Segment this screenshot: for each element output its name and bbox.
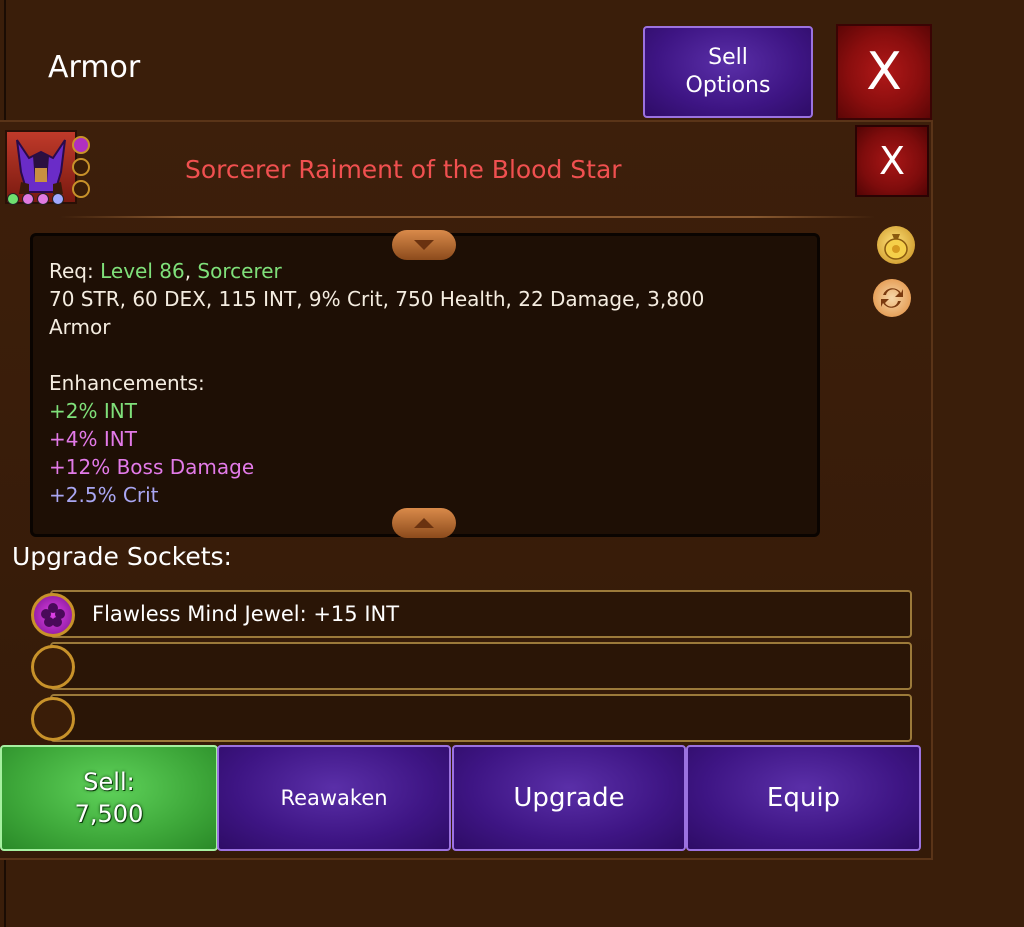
- empty-socket-icon: [31, 697, 75, 741]
- gem-dot-pink: [22, 193, 34, 205]
- sell-options-button[interactable]: Sell Options: [643, 26, 813, 118]
- socket-slot[interactable]: [50, 694, 912, 742]
- sell-price: 7,500: [74, 800, 144, 828]
- scroll-up-icon: [414, 518, 434, 528]
- scroll-up-button[interactable]: [392, 508, 456, 538]
- scroll-down-button[interactable]: [392, 230, 456, 260]
- socket-indicator-filled: [72, 136, 90, 154]
- upgrade-sockets-title: Upgrade Sockets:: [12, 542, 232, 571]
- socket-slot[interactable]: [50, 642, 912, 690]
- req-level: Level 86: [100, 259, 185, 283]
- gem-dot-blue: [52, 193, 64, 205]
- swap-arrows-glyph: [881, 288, 903, 308]
- close-icon: X: [866, 42, 902, 102]
- item-name: Sorcerer Raiment of the Blood Star: [185, 155, 622, 184]
- enhancement-line: +12% Boss Damage: [49, 455, 255, 479]
- close-item-button[interactable]: X: [855, 125, 929, 197]
- item-stats: 70 STR, 60 DEX, 115 INT, 9% Crit, 750 He…: [49, 287, 705, 311]
- enhancement-line: +2% INT: [49, 399, 137, 423]
- page-title: Armor: [48, 50, 141, 85]
- coin-bag-glyph: [884, 234, 908, 260]
- robe-icon: [16, 139, 66, 194]
- enhancements-title: Enhancements:: [49, 371, 205, 395]
- reawaken-button[interactable]: Reawaken: [217, 745, 451, 851]
- close-window-button[interactable]: X: [836, 24, 932, 120]
- divider: [60, 216, 875, 218]
- jewel-flower-glyph: [41, 603, 65, 627]
- enhancement-line: +2.5% Crit: [49, 483, 159, 507]
- upgrade-button[interactable]: Upgrade: [452, 745, 686, 851]
- close-icon: X: [878, 139, 906, 183]
- reawaken-label: Reawaken: [280, 786, 388, 810]
- equip-button[interactable]: Equip: [686, 745, 921, 851]
- swap-icon[interactable]: [873, 279, 911, 317]
- upgrade-label: Upgrade: [513, 783, 625, 813]
- jewel-icon: [31, 593, 75, 637]
- req-label: Req:: [49, 259, 101, 283]
- socket-indicator-empty: [72, 158, 90, 176]
- sell-label: Sell:: [83, 768, 135, 796]
- equip-label: Equip: [766, 783, 841, 813]
- sell-button[interactable]: Sell: 7,500: [0, 745, 218, 851]
- scroll-down-icon: [414, 240, 434, 250]
- coin-bag-icon[interactable]: [877, 226, 915, 264]
- enhancement-line: +4% INT: [49, 427, 137, 451]
- req-separator: ,: [184, 259, 198, 283]
- item-stats-cont: Armor: [49, 315, 111, 339]
- gem-dot-pink: [37, 193, 49, 205]
- req-class: Sorcerer: [197, 259, 282, 283]
- gem-dot-green: [7, 193, 19, 205]
- empty-socket-icon: [31, 645, 75, 689]
- socket-indicator-empty: [72, 180, 90, 198]
- socket-jewel-label: Flawless Mind Jewel: +15 INT: [92, 602, 400, 626]
- item-requirements: Req: Level 86, Sorcerer: [49, 259, 282, 283]
